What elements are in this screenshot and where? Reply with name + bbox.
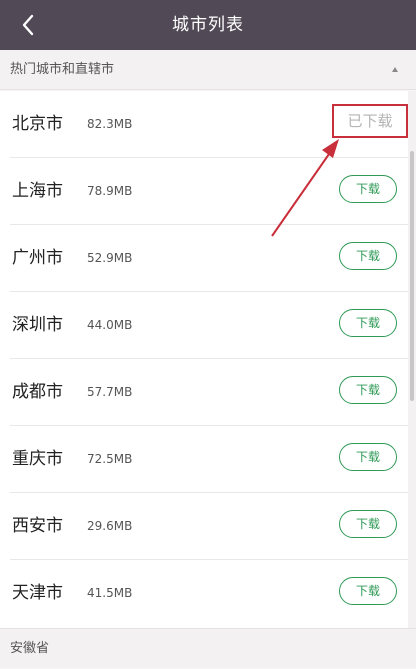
section-label: 热门城市和直辖市 — [10, 62, 115, 77]
section-header-hot-cities[interactable]: 热门城市和直辖市 — [0, 50, 416, 90]
page-title: 城市列表 — [172, 15, 244, 35]
city-row-beijing: 北京市 82.3MB 已下载 — [0, 91, 408, 158]
download-button[interactable]: 下载 — [339, 175, 397, 203]
package-size: 52.9MB — [87, 251, 133, 265]
top-bar: 城市列表 — [0, 0, 416, 50]
city-row-guangzhou: 广州市 52.9MB 下载 — [0, 225, 408, 292]
download-button[interactable]: 下载 — [339, 376, 397, 404]
package-size: 72.5MB — [87, 452, 133, 466]
scrollbar-thumb[interactable] — [410, 151, 414, 401]
city-list: 北京市 82.3MB 已下载 上海市 78.9MB 下载 广州市 52.9MB … — [0, 91, 408, 628]
package-size: 29.6MB — [87, 519, 133, 533]
city-row-chongqing: 重庆市 72.5MB 下载 — [0, 426, 408, 493]
download-button[interactable]: 下载 — [339, 443, 397, 471]
package-size: 78.9MB — [87, 184, 133, 198]
scrollbar[interactable] — [408, 91, 416, 628]
city-name: 重庆市 — [12, 449, 63, 469]
download-button[interactable]: 下载 — [339, 510, 397, 538]
section-label: 安徽省 — [10, 641, 50, 656]
package-size: 57.7MB — [87, 385, 133, 399]
city-row-shenzhen: 深圳市 44.0MB 下载 — [0, 292, 408, 359]
download-button[interactable]: 下载 — [339, 577, 397, 605]
city-name: 广州市 — [12, 248, 63, 268]
city-row-shanghai: 上海市 78.9MB 下载 — [0, 158, 408, 225]
package-size: 82.3MB — [87, 117, 133, 131]
downloaded-status: 已下载 — [332, 104, 408, 138]
city-row-xian: 西安市 29.6MB 下载 — [0, 493, 408, 560]
city-name: 上海市 — [12, 181, 63, 201]
section-header-anhui[interactable]: 安徽省 — [0, 628, 416, 668]
city-name: 北京市 — [12, 114, 63, 134]
city-name: 深圳市 — [12, 315, 63, 335]
city-name: 成都市 — [12, 382, 63, 402]
city-row-tianjin: 天津市 41.5MB 下载 — [0, 560, 408, 627]
city-name: 西安市 — [12, 516, 63, 536]
package-size: 41.5MB — [87, 586, 133, 600]
download-button[interactable]: 下载 — [339, 242, 397, 270]
city-name: 天津市 — [12, 583, 63, 603]
package-size: 44.0MB — [87, 318, 133, 332]
download-button[interactable]: 下载 — [339, 309, 397, 337]
city-row-chengdu: 成都市 57.7MB 下载 — [0, 359, 408, 426]
caret-up-icon[interactable] — [392, 67, 398, 72]
